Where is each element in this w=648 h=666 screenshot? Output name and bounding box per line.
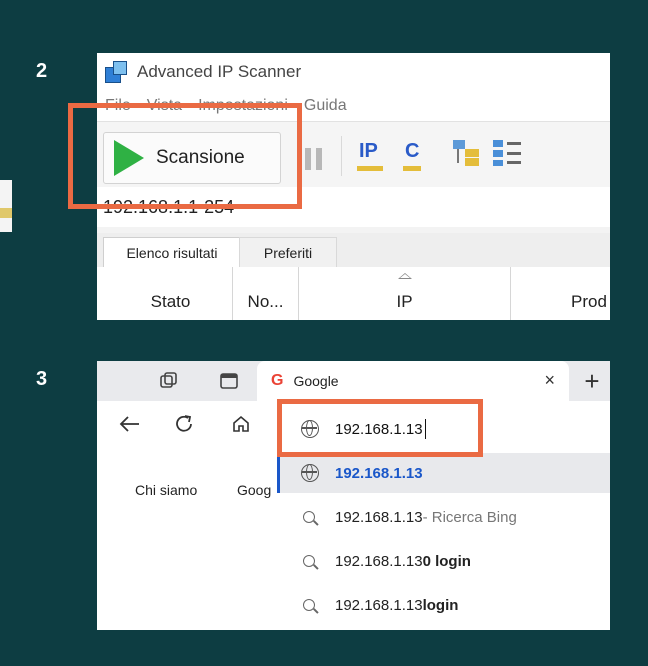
- link-about[interactable]: Chi siamo: [135, 482, 197, 498]
- page-content: Chi siamo Goog: [97, 449, 277, 630]
- back-icon[interactable]: [119, 415, 141, 433]
- search-icon: [303, 555, 315, 567]
- background-window-edge: [0, 180, 12, 258]
- window-title: Advanced IP Scanner: [137, 62, 302, 81]
- pause-icon[interactable]: [305, 148, 323, 170]
- ip-icon[interactable]: IP: [357, 140, 383, 171]
- close-icon[interactable]: ×: [544, 370, 555, 391]
- tab-strip: G Google × +: [97, 361, 610, 401]
- app-icon: [105, 61, 127, 83]
- column-name[interactable]: No...: [233, 267, 299, 320]
- toolbar-separator: [341, 136, 342, 176]
- title-bar: Advanced IP Scanner: [97, 53, 610, 91]
- suggestion-item[interactable]: 192.168.1.13: [277, 453, 610, 493]
- new-tab-icon[interactable]: +: [577, 367, 607, 397]
- selection-indicator: [277, 453, 280, 493]
- column-manufacturer[interactable]: Prod: [511, 267, 610, 320]
- results-column-header: Stato No... IP Prod: [97, 267, 610, 320]
- c-icon[interactable]: C: [403, 140, 421, 171]
- step-number-3: 3: [36, 368, 48, 390]
- tab-view-icon[interactable]: [219, 371, 239, 391]
- suggestions-dropdown: 192.168.1.13 192.168.1.13 - Ricerca Bing…: [277, 453, 610, 630]
- tree-icon[interactable]: [453, 140, 483, 166]
- menu-help[interactable]: Guida: [304, 97, 347, 115]
- suggestion-item[interactable]: 192.168.1.13 login: [277, 585, 610, 625]
- link-google-store[interactable]: Goog: [237, 482, 271, 498]
- results-tabs: Elenco risultati Preferiti: [97, 233, 610, 268]
- google-logo: G: [271, 372, 284, 389]
- list-icon[interactable]: [493, 140, 525, 166]
- tab-title: Google: [293, 373, 339, 389]
- column-ip[interactable]: IP: [299, 267, 511, 320]
- search-icon: [303, 599, 315, 611]
- tab-google[interactable]: G Google ×: [257, 361, 569, 401]
- background-window-band: [0, 232, 12, 258]
- search-icon: [303, 511, 315, 523]
- reload-icon[interactable]: [173, 413, 195, 435]
- suggestion-item[interactable]: 192.168.1.13 0 login: [277, 541, 610, 581]
- globe-icon: [301, 464, 319, 482]
- suggestion-item[interactable]: 192.168.1.13 - Ricerca Bing: [277, 497, 610, 537]
- scan-button-highlight: [68, 103, 302, 209]
- column-status[interactable]: Stato: [97, 267, 233, 320]
- workspaces-icon[interactable]: [159, 371, 179, 391]
- tab-results-list[interactable]: Elenco risultati: [103, 237, 241, 268]
- home-icon[interactable]: [231, 414, 251, 434]
- address-bar-highlight: [277, 399, 483, 457]
- sort-ascending-icon: [397, 273, 412, 279]
- background-window-band: [0, 208, 12, 218]
- step-number-2: 2: [36, 60, 48, 82]
- tab-favorites[interactable]: Preferiti: [239, 237, 337, 268]
